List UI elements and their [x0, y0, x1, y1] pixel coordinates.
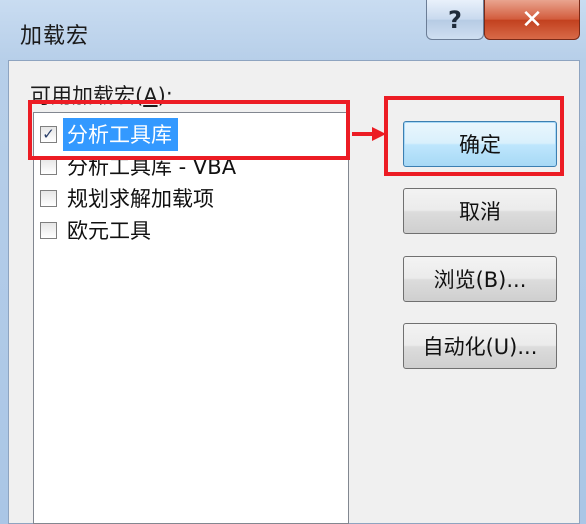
help-icon: ? — [448, 5, 462, 34]
automation-button[interactable]: 自动化(U)... — [403, 323, 557, 369]
highlight-box-list-item — [28, 100, 350, 160]
checkbox[interactable] — [40, 189, 57, 207]
addin-item-label: 规划求解加载项 — [67, 187, 214, 211]
ok-button[interactable]: 确定 — [403, 121, 557, 167]
cancel-button[interactable]: 取消 — [403, 188, 557, 234]
close-button[interactable]: ✕ — [484, 0, 580, 40]
checkbox[interactable] — [40, 157, 57, 175]
help-button[interactable]: ? — [426, 0, 484, 40]
addin-item-solver[interactable]: 规划求解加载项 — [36, 183, 344, 213]
addins-listbox[interactable]: ✓ 分析工具库 分析工具库 - VBA 规划求解加载项 欧元工具 — [33, 112, 349, 524]
checkbox[interactable] — [40, 221, 57, 239]
window-title: 加载宏 — [20, 24, 90, 49]
arrow-right-icon — [352, 127, 386, 141]
addin-item-label: 欧元工具 — [67, 219, 151, 243]
browse-button[interactable]: 浏览(B)... — [403, 256, 557, 302]
addin-item-euro-tools[interactable]: 欧元工具 — [36, 215, 344, 245]
close-icon: ✕ — [521, 4, 543, 35]
dialog-window: 加载宏 ? ✕ 可用加载宏(A): ✓ 分析工具库 分析工具库 - VBA 规划… — [0, 0, 586, 524]
